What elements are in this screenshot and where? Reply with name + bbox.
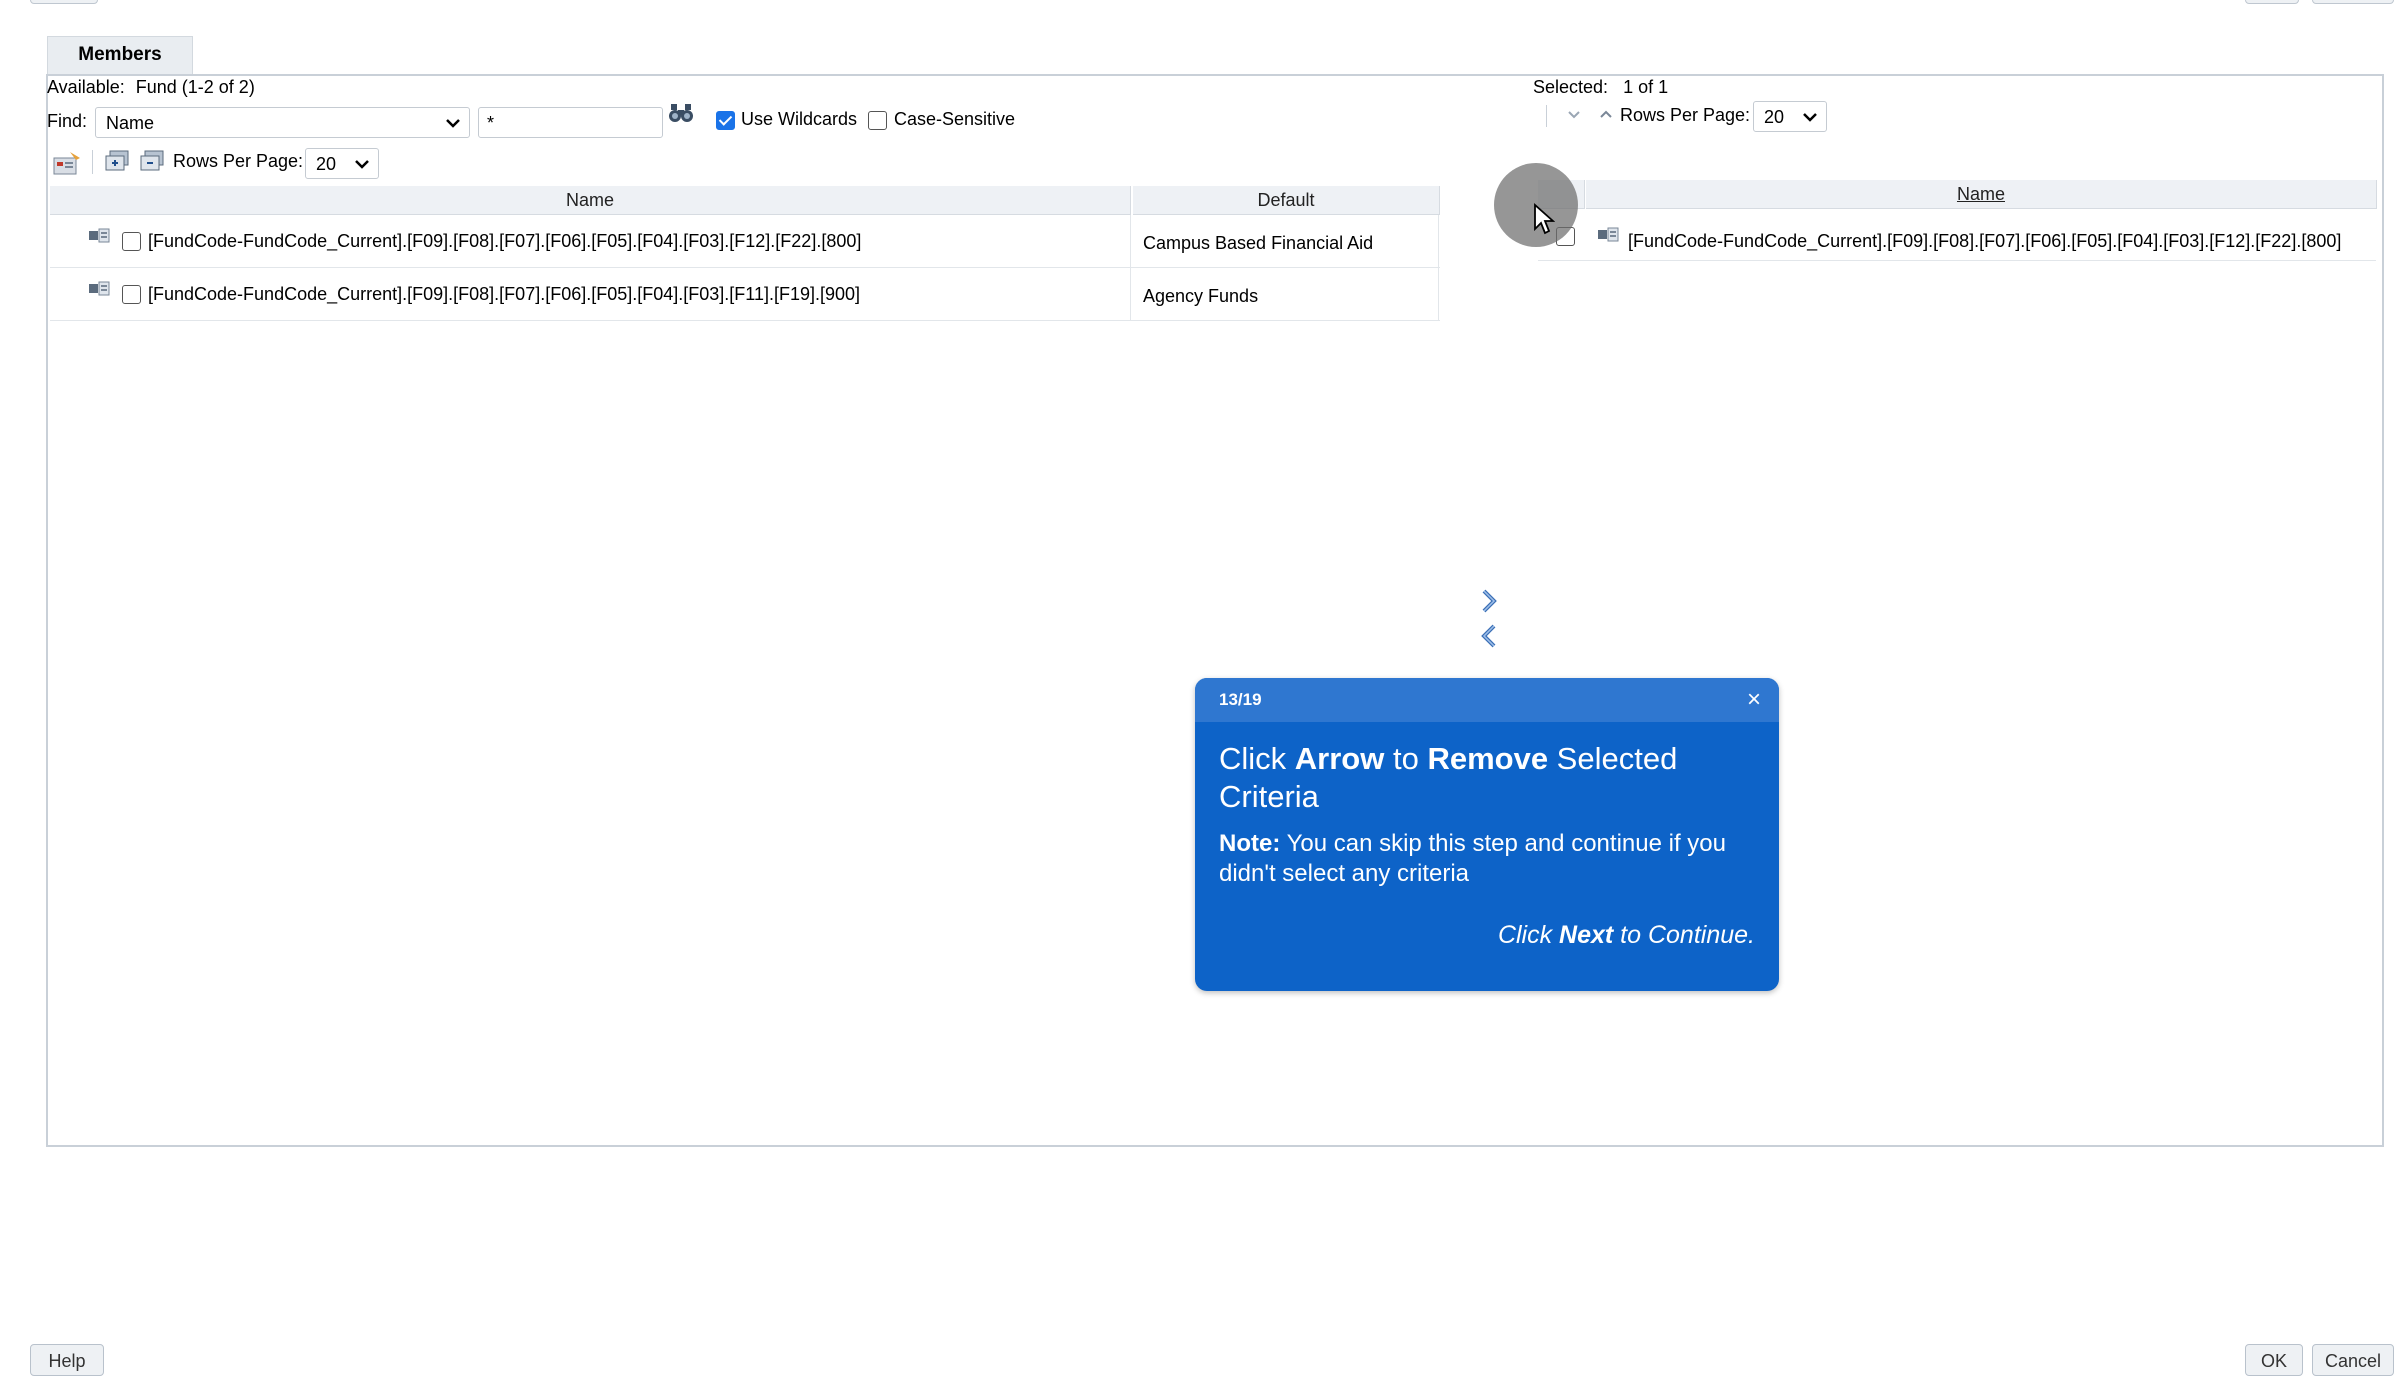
- column-divider: [1438, 215, 1439, 320]
- tour-step-counter: 13/19: [1219, 690, 1262, 709]
- available-count: Fund (1-2 of 2): [135, 77, 255, 97]
- collapse-all-icon[interactable]: [139, 148, 167, 174]
- tour-next-hint: Click Next to Continue.: [1498, 921, 1755, 950]
- column-header-default[interactable]: Default: [1133, 186, 1440, 215]
- find-by-select[interactable]: Name: [95, 107, 470, 138]
- member-icon: [88, 228, 110, 244]
- rows-per-page-select[interactable]: 20: [305, 148, 379, 179]
- tour-note-text: You can skip this step and continue if y…: [1219, 830, 1726, 887]
- tour-foot-text: Click: [1497, 921, 1560, 949]
- move-down-icon[interactable]: [1566, 108, 1582, 122]
- tour-header: 13/19 ×: [1195, 678, 1779, 722]
- row-checkbox[interactable]: [122, 285, 141, 304]
- mouse-cursor-icon: [1533, 202, 1556, 235]
- selected-column-header-name[interactable]: Name: [1586, 180, 2377, 209]
- row-divider: [50, 320, 1440, 321]
- find-label: Find:: [47, 111, 88, 131]
- selected-info: Selected: 1 of 1: [1533, 77, 1668, 98]
- remove-selected-arrow-icon[interactable]: [1478, 623, 1500, 649]
- row-name[interactable]: [FundCode-FundCode_Current].[F09].[F08].…: [148, 282, 860, 306]
- selected-rows-per-page-label: Rows Per Page:: [1620, 105, 1751, 125]
- search-input[interactable]: *: [478, 107, 663, 138]
- move-up-icon[interactable]: [1598, 107, 1614, 121]
- find-by-value: Name: [106, 113, 155, 133]
- available-label: Available:: [47, 77, 125, 97]
- tour-title: Click Arrow to Remove Selected Criteria: [1219, 740, 1759, 816]
- binoculars-icon[interactable]: [668, 102, 694, 124]
- add-selected-arrow-icon[interactable]: [1478, 588, 1500, 614]
- row-checkbox[interactable]: [122, 232, 141, 251]
- tour-foot-bold: Next: [1559, 921, 1614, 949]
- ok-button[interactable]: OK: [2245, 1344, 2303, 1376]
- row-default: Agency Funds: [1143, 286, 1259, 306]
- rows-per-page-label: Rows Per Page:: [173, 151, 304, 171]
- chevron-down-icon: [354, 149, 370, 191]
- guided-tour-tooltip: 13/19 × Click Arrow to Remove Selected C…: [1195, 678, 1779, 991]
- member-icon: [1597, 227, 1619, 243]
- cancel-button[interactable]: Cancel: [2312, 1344, 2394, 1376]
- row-default: Campus Based Financial Aid: [1143, 233, 1374, 253]
- tour-title-bold: Arrow: [1294, 741, 1385, 776]
- tab-members[interactable]: Members: [47, 36, 193, 75]
- use-wildcards-label: Use Wildcards: [741, 109, 858, 129]
- tour-title-text: Click: [1219, 741, 1295, 776]
- tour-note-label: Note:: [1219, 830, 1281, 857]
- expand-all-icon[interactable]: [104, 148, 132, 174]
- close-icon[interactable]: ×: [1747, 686, 1761, 714]
- case-sensitive-checkbox[interactable]: [868, 111, 887, 130]
- selected-row-name[interactable]: [FundCode-FundCode_Current].[F09].[F08].…: [1628, 229, 2341, 253]
- available-info: Available: Fund (1-2 of 2): [47, 77, 255, 98]
- selected-label: Selected:: [1533, 77, 1609, 97]
- selected-rows-per-page-value: 20: [1764, 107, 1785, 127]
- rows-per-page-value: 20: [316, 154, 337, 174]
- tour-foot-text: to Continue.: [1613, 921, 1755, 949]
- selected-rows-per-page-select[interactable]: 20: [1753, 101, 1827, 132]
- column-header-name[interactable]: Name: [50, 186, 1131, 215]
- top-button-stub[interactable]: [2312, 0, 2394, 4]
- chevron-down-icon: [1802, 102, 1818, 144]
- chevron-down-icon: [445, 108, 461, 150]
- tour-title-bold: Remove: [1427, 741, 1549, 776]
- row-name[interactable]: [FundCode-FundCode_Current].[F09].[F08].…: [148, 229, 861, 253]
- case-sensitive-label: Case-Sensitive: [894, 109, 1016, 129]
- toolbar-divider: [92, 150, 93, 174]
- row-divider: [50, 267, 1440, 268]
- selected-count: 1 of 1: [1623, 77, 1669, 97]
- top-button-stub[interactable]: [2245, 0, 2299, 4]
- tour-title-text: to: [1384, 741, 1428, 776]
- member-properties-icon[interactable]: [52, 150, 82, 176]
- tour-note: Note: You can skip this step and continu…: [1219, 829, 1759, 889]
- top-button-stub[interactable]: [30, 0, 98, 4]
- toolbar-divider: [1546, 105, 1547, 127]
- help-button[interactable]: Help: [30, 1344, 104, 1376]
- use-wildcards-checkbox[interactable]: [716, 111, 735, 130]
- member-icon: [88, 281, 110, 297]
- column-divider: [1130, 215, 1131, 320]
- row-divider: [1538, 260, 2376, 261]
